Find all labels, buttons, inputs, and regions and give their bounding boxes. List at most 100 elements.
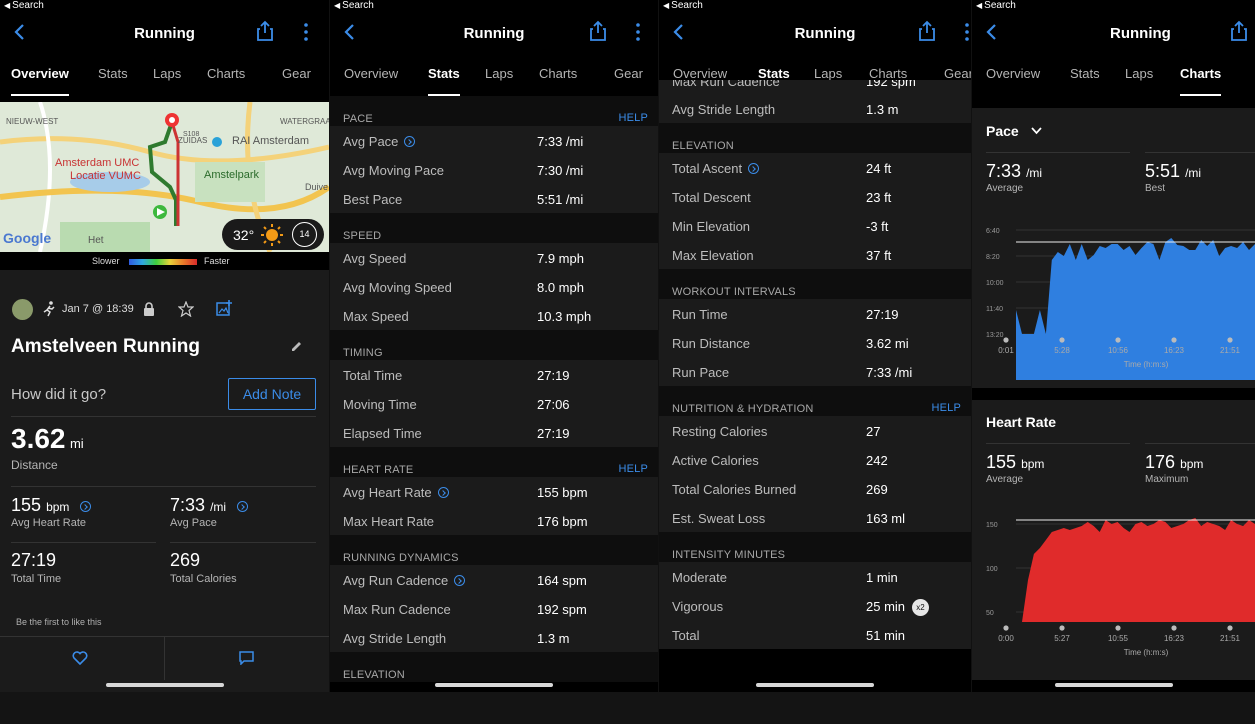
tab-laps[interactable]: Laps	[814, 66, 842, 81]
tab-charts[interactable]: Charts	[869, 66, 907, 81]
avatar[interactable]	[12, 299, 33, 320]
pace-best-label: Best	[1145, 183, 1166, 194]
tab-stats[interactable]: Stats	[98, 66, 128, 81]
info-icon[interactable]	[748, 163, 760, 174]
info-icon[interactable]	[404, 136, 416, 147]
stat-label: Avg Stride Length	[672, 102, 776, 117]
header: Running	[972, 14, 1255, 54]
activity-name[interactable]: Amstelveen Running	[11, 336, 200, 358]
tab-stats[interactable]: Stats	[428, 66, 460, 96]
stat-label: Moving Time	[343, 397, 417, 412]
help-link[interactable]: HELP	[618, 463, 648, 475]
add-note-button[interactable]: Add Note	[228, 378, 316, 410]
overview-screen: ◀ Search Running Overview Stats Laps Char…	[0, 0, 329, 692]
status-back[interactable]: ◀ Search	[334, 0, 374, 12]
comment-icon[interactable]	[239, 651, 254, 665]
hr-max-value: 176	[1145, 452, 1176, 472]
help-link[interactable]: HELP	[618, 112, 648, 124]
tab-stats[interactable]: Stats	[758, 66, 790, 96]
share-icon[interactable]	[1229, 20, 1249, 42]
tab-charts[interactable]: Charts	[539, 66, 577, 81]
divider	[164, 636, 165, 680]
status-back[interactable]: ◀ Search	[4, 0, 44, 12]
star-icon[interactable]	[178, 301, 194, 317]
status-back[interactable]: ◀ Search	[976, 0, 1016, 12]
section-header: SPEED	[330, 213, 658, 243]
stat-row: Resting Calories 27	[659, 416, 971, 445]
help-link[interactable]: HELP	[931, 402, 961, 414]
stat-value: 1.3 m	[866, 102, 899, 117]
stat-row: Best Pace 5:51 /mi	[330, 184, 658, 213]
stats-list[interactable]: PACE HELP Avg Pace 7:33 /mi Avg Moving Pace 7…	[330, 96, 658, 692]
status-back[interactable]: ◀ Search	[663, 0, 703, 12]
more-options-icon[interactable]	[962, 22, 971, 42]
stat-value: 27	[866, 424, 881, 439]
avg-hr-stat[interactable]: 155 bpm	[11, 495, 92, 516]
section-title: ELEVATION	[343, 669, 405, 681]
distance-stat: 3.62 mi	[11, 423, 84, 455]
tab-laps[interactable]: Laps	[485, 66, 513, 81]
share-icon[interactable]	[588, 20, 608, 42]
lock-icon[interactable]	[143, 302, 155, 316]
chevron-down-icon[interactable]	[1030, 127, 1042, 135]
info-icon[interactable]	[437, 487, 449, 498]
stat-row: Moving Time 27:06	[330, 389, 658, 418]
tab-overview[interactable]: Overview	[344, 66, 398, 81]
stat-row: Total Descent 23 ft	[659, 182, 971, 211]
tab-overview[interactable]: Overview	[986, 66, 1040, 81]
info-icon[interactable]	[454, 575, 466, 586]
tab-charts[interactable]: Charts	[1180, 66, 1222, 96]
tab-overview[interactable]: Overview	[11, 66, 69, 96]
like-heart-icon[interactable]	[72, 651, 88, 665]
stat-row: Max Speed 10.3 mph	[330, 301, 658, 330]
tab-gear[interactable]: Gear	[614, 66, 643, 81]
tab-overview[interactable]: Overview	[673, 66, 727, 81]
pace-chart[interactable]: 6:40 8:20 10:00 11:40 13:20 0:01 5:28 10:56 16:2…	[972, 220, 1255, 380]
share-icon[interactable]	[917, 20, 937, 42]
tab-gear[interactable]: Gear	[944, 66, 971, 81]
avg-pace-stat[interactable]: 7:33 /mi	[170, 495, 249, 516]
share-icon[interactable]	[255, 20, 275, 42]
pace-chart-title[interactable]: Pace	[986, 123, 1042, 139]
route-map[interactable]: NIEUW-WEST WATERGRAAF Amsterdam UMC Loca…	[0, 102, 329, 252]
edit-pencil-icon[interactable]	[290, 340, 303, 353]
scale-slower-label: Slower	[92, 256, 120, 266]
tab-stats[interactable]: Stats	[1070, 66, 1100, 81]
stat-value: 27:19	[866, 307, 899, 322]
tab-laps[interactable]: Laps	[1125, 66, 1153, 81]
likes-text: Be the first to like this	[16, 617, 102, 627]
y-tick-label: 50	[986, 610, 994, 617]
total-time-value: 27:19	[11, 550, 57, 570]
stat-row: Avg Stride Length 1.3 m	[659, 94, 971, 123]
home-indicator	[105, 683, 224, 687]
tab-gear[interactable]: Gear	[282, 66, 311, 81]
series-area	[1016, 518, 1255, 622]
stat-label: Avg Pace	[343, 134, 416, 149]
hr-max-label: Maximum	[1145, 474, 1189, 485]
more-options-icon[interactable]	[633, 22, 643, 42]
map-label: RAI Amsterdam	[232, 135, 310, 147]
home-indicator	[435, 683, 553, 687]
tab-laps[interactable]: Laps	[153, 66, 181, 81]
info-icon[interactable]	[237, 501, 249, 512]
y-tick-label: 10:00	[986, 280, 1004, 287]
stat-label: Max Run Cadence	[343, 602, 451, 617]
x-tick-label: 0:01	[998, 346, 1014, 355]
stat-value: 1.3 m	[537, 631, 570, 646]
hr-chart[interactable]: 150 100 50 0:00 5:27 10:55 16:23 21:51 Time (h:m…	[972, 508, 1255, 670]
add-photo-icon[interactable]	[216, 300, 232, 316]
x-tick-dot	[1115, 337, 1121, 343]
avg-pace-unit: /mi	[210, 500, 227, 514]
tab-charts[interactable]: Charts	[207, 66, 245, 81]
stat-label: Max Run Cadence	[672, 80, 780, 89]
section-header: PACE HELP	[330, 96, 658, 126]
back-chevron-icon[interactable]	[982, 21, 1004, 43]
page-title: Running	[1110, 25, 1171, 42]
x-tick-dot	[1227, 337, 1233, 343]
stat-row: Avg Speed 7.9 mph	[330, 243, 658, 272]
more-options-icon[interactable]	[301, 22, 311, 42]
info-icon[interactable]	[80, 501, 92, 512]
stats-list[interactable]: Max Run Cadence 192 spm Avg Stride Length 1…	[659, 80, 971, 692]
stat-row: Total Calories Burned 269	[659, 474, 971, 503]
stat-value: 37 ft	[866, 248, 892, 263]
